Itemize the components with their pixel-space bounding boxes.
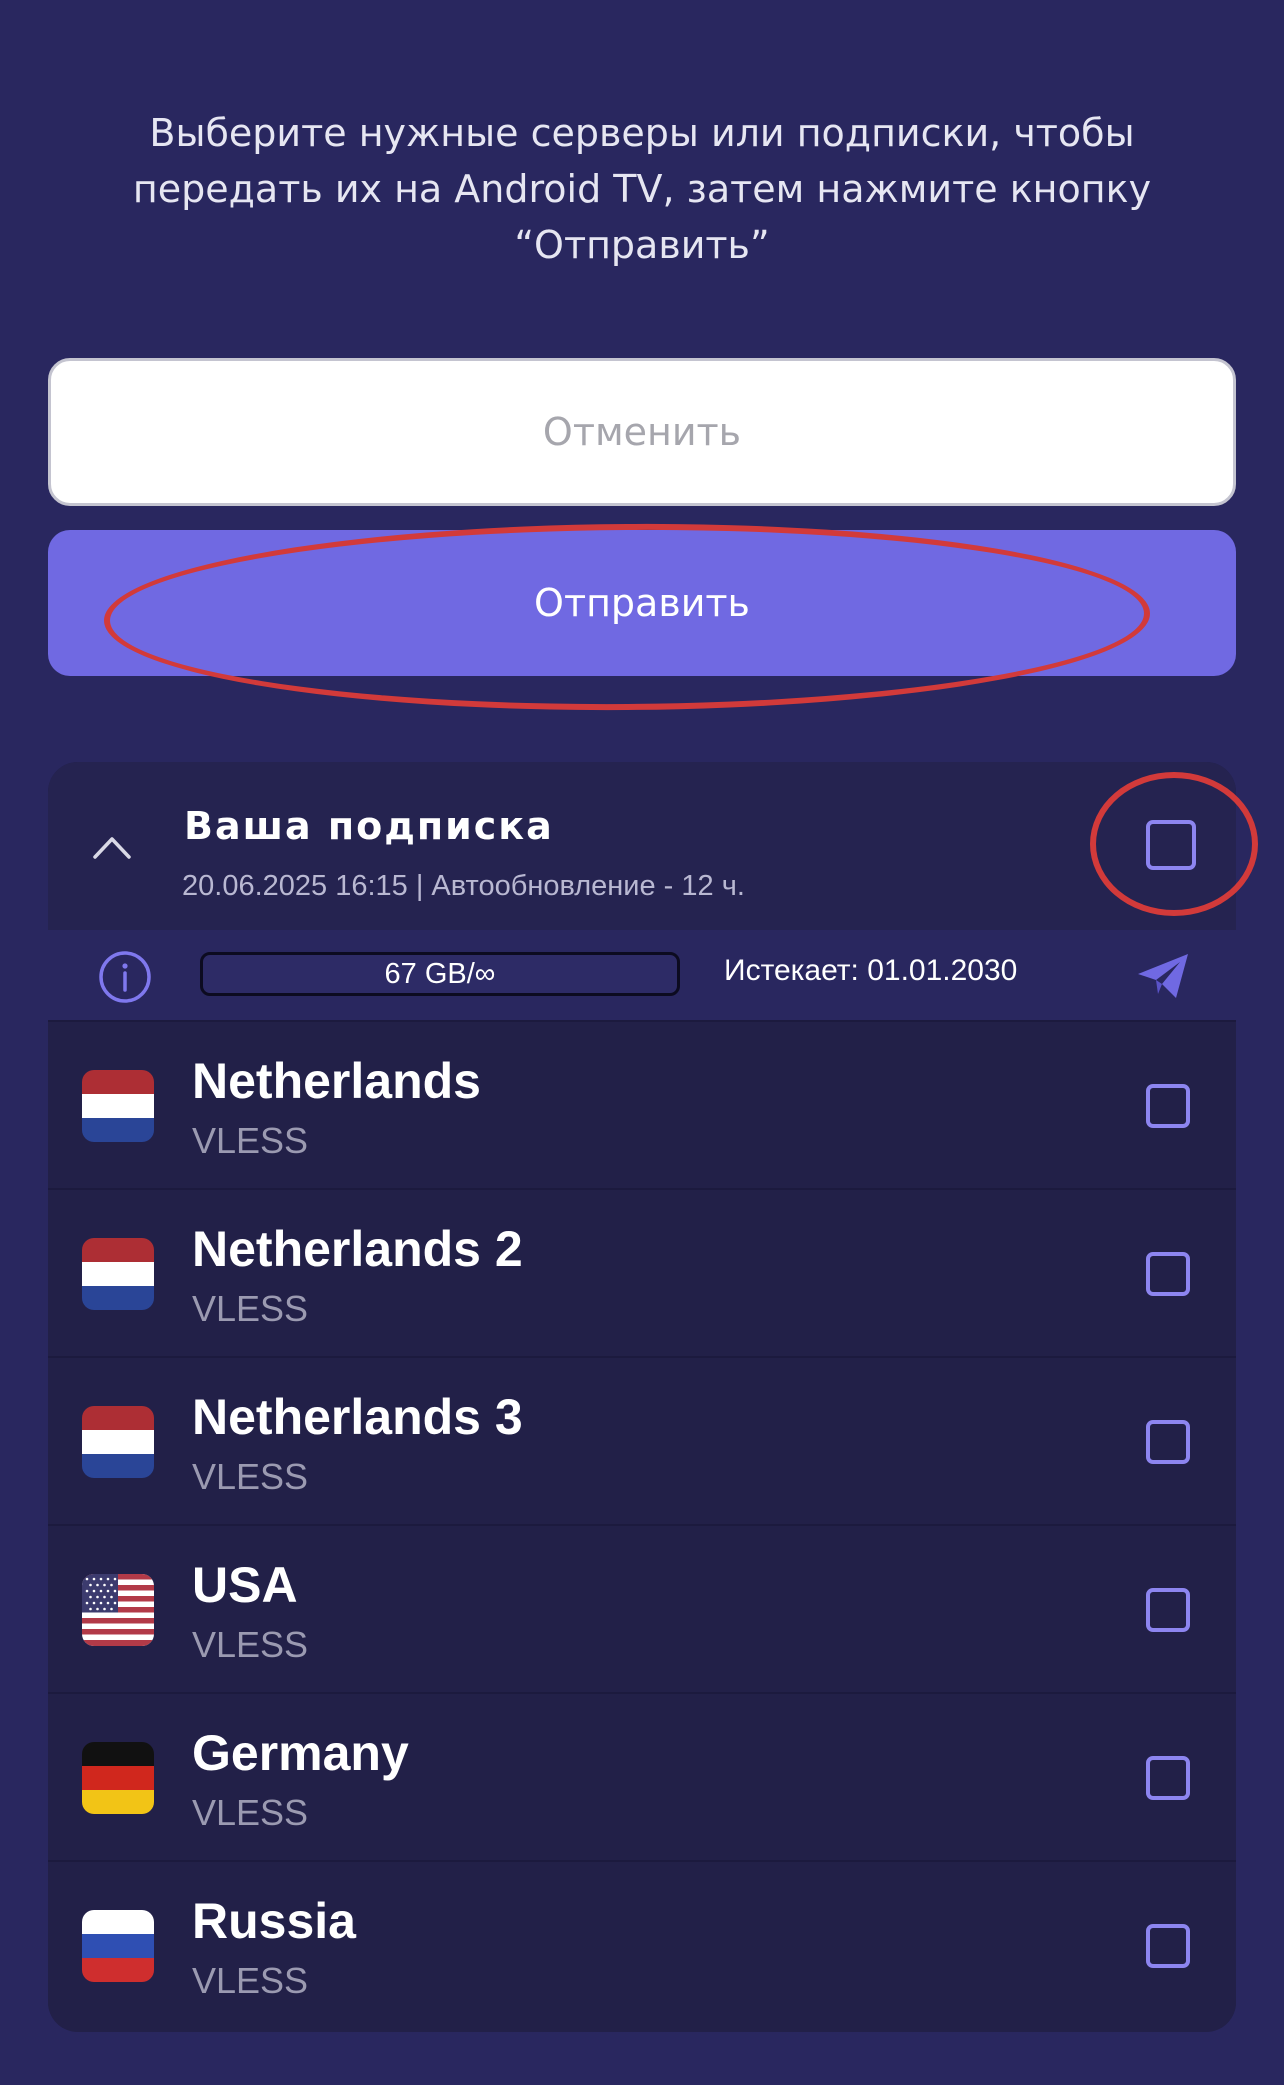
server-protocol: VLESS	[192, 1624, 309, 1665]
instructions-text: Выберите нужные серверы или подписки, чт…	[132, 111, 1152, 267]
server-checkbox[interactable]	[1146, 1756, 1190, 1800]
expiry-date: Истекает: 01.01.2030	[724, 954, 1018, 987]
server-name: Germany	[192, 1725, 409, 1781]
subscription-meta: 20.06.2025 16:15 | Автообновление - 12 ч…	[182, 870, 745, 902]
server-row[interactable]: Germany VLESS	[48, 1692, 1236, 1860]
subscription-card: Ваша подписка 20.06.2025 16:15 | Автообн…	[48, 762, 1236, 2032]
server-checkbox[interactable]	[1146, 1252, 1190, 1296]
server-name: USA	[192, 1557, 298, 1613]
server-row[interactable]: Netherlands VLESS	[48, 1020, 1236, 1188]
netherlands-flag-icon	[82, 1238, 154, 1310]
server-protocol: VLESS	[192, 1456, 309, 1497]
traffic-usage-bar: 67 GB/∞	[200, 952, 680, 996]
server-name: Netherlands 2	[192, 1221, 523, 1277]
subscription-title: Ваша подписка	[184, 804, 554, 848]
usa-flag-icon	[82, 1574, 154, 1646]
paper-plane-icon[interactable]	[1136, 952, 1190, 1000]
server-protocol: VLESS	[192, 1288, 309, 1329]
chevron-up-icon[interactable]	[92, 834, 132, 860]
server-protocol: VLESS	[192, 1120, 309, 1161]
server-protocol: VLESS	[192, 1792, 309, 1833]
server-name: Netherlands	[192, 1053, 481, 1109]
netherlands-flag-icon	[82, 1406, 154, 1478]
subscription-info-row: 67 GB/∞ Истекает: 01.01.2030	[48, 930, 1236, 1020]
server-row[interactable]: Russia VLESS	[48, 1860, 1236, 2028]
server-checkbox[interactable]	[1146, 1588, 1190, 1632]
cancel-button[interactable]: Отменить	[48, 358, 1236, 506]
netherlands-flag-icon	[82, 1070, 154, 1142]
info-icon[interactable]	[98, 950, 152, 1004]
russia-flag-icon	[82, 1910, 154, 1982]
send-button[interactable]: Отправить	[48, 530, 1236, 676]
server-checkbox[interactable]	[1146, 1084, 1190, 1128]
server-row[interactable]: Netherlands 3 VLESS	[48, 1356, 1236, 1524]
server-row[interactable]: Netherlands 2 VLESS	[48, 1188, 1236, 1356]
subscription-header[interactable]: Ваша подписка 20.06.2025 16:15 | Автообн…	[48, 762, 1236, 930]
subscription-checkbox[interactable]	[1146, 820, 1196, 870]
server-name: Netherlands 3	[192, 1389, 523, 1445]
server-checkbox[interactable]	[1146, 1924, 1190, 1968]
traffic-usage-text: 67 GB/∞	[384, 957, 496, 990]
server-checkbox[interactable]	[1146, 1420, 1190, 1464]
germany-flag-icon	[82, 1742, 154, 1814]
server-protocol: VLESS	[192, 1960, 309, 2001]
server-name: Russia	[192, 1893, 356, 1949]
server-row[interactable]: USA VLESS	[48, 1524, 1236, 1692]
